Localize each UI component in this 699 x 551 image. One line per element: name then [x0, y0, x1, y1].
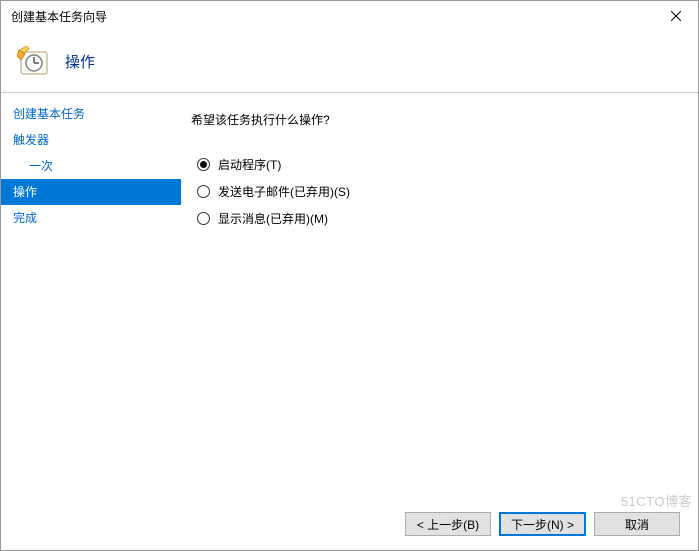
wizard-steps-sidebar: 创建基本任务触发器一次操作完成: [1, 93, 181, 501]
radio-label: 发送电子邮件(已弃用)(S): [218, 183, 350, 200]
title-bar: 创建基本任务向导: [1, 1, 698, 31]
action-option-1[interactable]: 发送电子邮件(已弃用)(S): [197, 183, 678, 200]
radio-icon: [197, 212, 210, 225]
action-option-0[interactable]: 启动程序(T): [197, 156, 678, 173]
question-text: 希望该任务执行什么操作?: [191, 111, 678, 128]
back-button[interactable]: < 上一步(B): [405, 512, 491, 536]
sidebar-step-2[interactable]: 一次: [1, 153, 181, 179]
sidebar-step-3[interactable]: 操作: [1, 179, 181, 205]
main-panel: 希望该任务执行什么操作? 启动程序(T) 发送电子邮件(已弃用)(S) 显示消息(已…: [181, 93, 698, 501]
sidebar-step-0[interactable]: 创建基本任务: [1, 101, 181, 127]
wizard-icon: [17, 46, 49, 78]
radio-icon: [197, 185, 210, 198]
radio-label: 启动程序(T): [218, 156, 281, 173]
radio-icon: [197, 158, 210, 171]
sidebar-step-4[interactable]: 完成: [1, 205, 181, 231]
radio-label: 显示消息(已弃用)(M): [218, 210, 328, 227]
action-option-2[interactable]: 显示消息(已弃用)(M): [197, 210, 678, 227]
window-title: 创建基本任务向导: [11, 8, 653, 25]
action-radio-group: 启动程序(T) 发送电子邮件(已弃用)(S) 显示消息(已弃用)(M): [197, 156, 678, 227]
sidebar-step-1[interactable]: 触发器: [1, 127, 181, 153]
close-button[interactable]: [653, 1, 698, 31]
content-area: 创建基本任务触发器一次操作完成 希望该任务执行什么操作? 启动程序(T) 发送电子…: [1, 93, 698, 501]
close-icon: [671, 11, 681, 21]
next-button[interactable]: 下一步(N) >: [499, 512, 586, 536]
wizard-header: 操作: [1, 31, 698, 93]
button-bar: < 上一步(B) 下一步(N) > 取消: [405, 512, 680, 536]
wizard-step-title: 操作: [65, 51, 95, 72]
cancel-button[interactable]: 取消: [594, 512, 680, 536]
